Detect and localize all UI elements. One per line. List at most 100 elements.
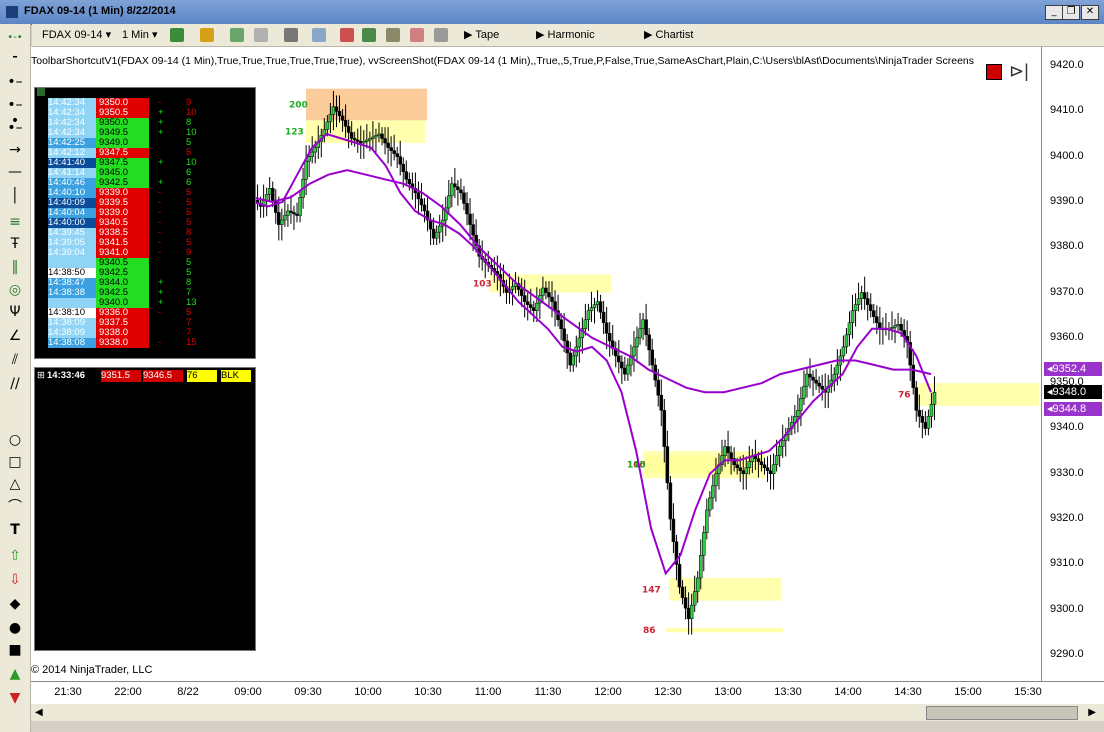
candle-body [407, 179, 412, 185]
candle-body [562, 328, 566, 342]
restore-button[interactable]: ❐ [1062, 5, 1080, 20]
candle-body [398, 156, 402, 165]
instrument-selector[interactable]: FDAX 09-14 ▾ [42, 27, 111, 43]
candle-body [541, 287, 545, 296]
pointer-icon[interactable] [284, 28, 298, 42]
angle-icon[interactable]: ∠ [6, 328, 24, 344]
candle-body [759, 461, 764, 465]
arrow-up-icon[interactable]: ⇧ [6, 548, 24, 564]
pitchfork-icon[interactable]: Ψ [6, 304, 24, 320]
zone-label: 115 [627, 461, 646, 471]
triangle-down-icon[interactable]: ▼ [6, 690, 24, 706]
arrow-down-icon[interactable]: ⇩ [6, 572, 24, 588]
circle-target-icon[interactable]: ◎ [6, 282, 24, 298]
properties-icon[interactable] [410, 28, 424, 42]
candle-body [914, 387, 919, 411]
line-icon[interactable]: •– [6, 120, 24, 136]
add-indicator-icon[interactable] [230, 28, 244, 42]
tape-button[interactable]: ▶ Tape [464, 27, 499, 43]
close-button[interactable]: ✕ [1081, 5, 1099, 20]
candle-body [835, 364, 840, 375]
candle-body [680, 586, 685, 598]
triangle-icon[interactable]: △ [6, 476, 24, 492]
hatch-icon[interactable]: ⫽ [6, 352, 24, 368]
candle-body [601, 311, 606, 323]
time-and-sales-window[interactable]: 14:42:34 9350.0-9 14:42:34 9350.5 +10 14:42:3… [34, 87, 256, 359]
text-icon[interactable]: T [6, 522, 24, 538]
candle-body [865, 298, 870, 305]
bar-style-icon[interactable] [170, 28, 184, 42]
candle-body [437, 225, 442, 233]
harmonic-button[interactable]: ▶ Harmonic [536, 27, 595, 43]
candle-body [355, 139, 360, 142]
pencil-icon[interactable] [200, 28, 214, 42]
chart-image-icon[interactable] [386, 28, 400, 42]
scroll-right-icon[interactable]: ▶ [1088, 707, 1096, 718]
ray-icon[interactable]: •– [6, 74, 24, 90]
drawing-toolbar: •‐• ⁃ •– •–• •– → — │ ≡ Ŧ ‖ ◎ Ψ ∠ ⫽ // ○… [0, 24, 31, 732]
square-icon[interactable]: ■ [6, 642, 24, 658]
candle-body [662, 410, 667, 447]
rectangle-icon[interactable]: □ [6, 454, 24, 470]
template-icon[interactable] [434, 28, 448, 42]
candle-body [780, 440, 785, 447]
candle-body [598, 301, 603, 313]
ellipse-icon[interactable]: ○ [6, 432, 24, 448]
alert-icon[interactable] [986, 64, 1002, 80]
candle-body [771, 464, 776, 475]
price-badge: ◂9348.0 [1044, 385, 1102, 400]
candle-body [856, 298, 861, 305]
bars-icon-2[interactable] [362, 28, 376, 42]
candle-body [270, 188, 275, 201]
expand-icon[interactable]: ⊞ [37, 370, 47, 382]
candle-body [374, 135, 378, 138]
vertical-line-icon[interactable]: │ [6, 188, 24, 204]
candle-body [671, 518, 676, 542]
candle-body [392, 150, 396, 154]
zone-label: 103 [473, 279, 492, 289]
candle-body [267, 188, 272, 195]
fibonacci-icon[interactable]: Ŧ [6, 236, 24, 252]
candle-body [362, 141, 366, 144]
bars-icon[interactable]: ‖ [6, 259, 24, 275]
candle-body [371, 136, 375, 139]
scroll-thumb[interactable] [926, 706, 1078, 720]
double-slash-icon[interactable]: // [6, 376, 24, 392]
scroll-left-icon[interactable]: ◀ [35, 707, 43, 718]
candle-body [844, 334, 849, 348]
grip-icon[interactable]: •‐• [6, 30, 24, 46]
block-trades-window[interactable]: ⊞ 14:33:46 9351.5 9346.5 76 BLK [34, 367, 256, 651]
candle-body [343, 120, 348, 127]
minimize-button[interactable]: _ [1045, 5, 1063, 20]
segment-icon[interactable]: •–• [6, 97, 24, 129]
candle-body [544, 287, 548, 293]
triangle-up-icon[interactable]: ▲ [6, 666, 24, 682]
candle-body [280, 219, 284, 225]
dot-line-icon[interactable]: ⁃ [6, 50, 24, 66]
play-icon[interactable] [37, 88, 45, 96]
tape-volume: 15 [186, 337, 197, 348]
horizontal-scrollbar[interactable]: ◀ ▶ [31, 704, 1104, 721]
time-tick-label: 12:30 [654, 686, 682, 698]
time-tick-label: 11:30 [534, 686, 562, 698]
chartist-button[interactable]: ▶ Chartist [644, 27, 693, 43]
price-tick-label: 9420.0 [1050, 59, 1084, 71]
horizontal-line-icon[interactable]: — [6, 164, 24, 180]
block-tag: BLK [221, 370, 251, 382]
extended-line-icon[interactable]: → [6, 142, 24, 158]
strategy-icon[interactable] [254, 28, 268, 42]
data-box-icon[interactable] [340, 28, 354, 42]
candle-body [744, 467, 749, 475]
diamond-icon[interactable]: ◆ [6, 596, 24, 612]
interval-selector[interactable]: 1 Min ▾ [122, 27, 157, 43]
dot-icon[interactable]: ● [6, 620, 24, 636]
skip-end-icon[interactable]: ⊳| [1009, 61, 1029, 82]
price-axis[interactable]: 9420.0 9410.0 9400.0 9390.0 9380.0 9370.0 9360… [1042, 47, 1104, 681]
time-axis[interactable]: 21:30 22:00 8/22 09:00 09:30 10:00 10:30 11:00 1… [31, 681, 1104, 704]
channel-icon[interactable]: ≡ [6, 214, 24, 230]
zoom-icon[interactable] [312, 28, 326, 42]
chart-panel[interactable]: ToolbarShortcutV1(FDAX 09-14 (1 Min),Tru… [31, 47, 1042, 681]
block-price-2: 9346.5 [143, 370, 183, 382]
arc-icon[interactable]: ⌒ [6, 499, 24, 515]
candle-body [325, 121, 330, 130]
